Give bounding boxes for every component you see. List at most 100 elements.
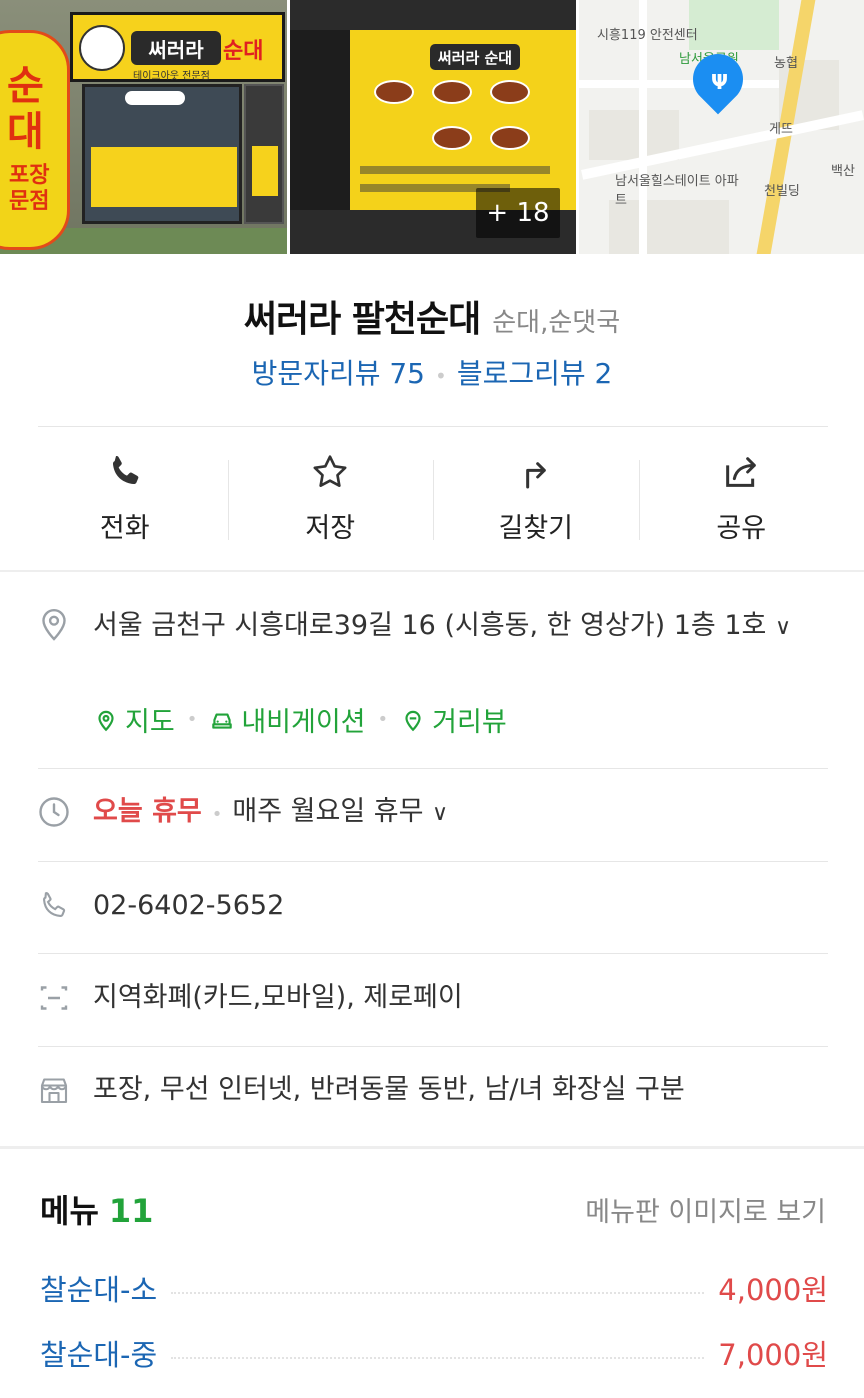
sign-brand: 써러라 — [131, 31, 221, 65]
food-image — [490, 126, 530, 150]
menu-item[interactable]: 찰순대-중 7,000원 — [40, 1331, 828, 1375]
phone-icon — [43, 892, 66, 917]
sign-tag: 테이크아웃 전문점 — [133, 71, 210, 82]
storefront-photo[interactable]: 써러라 순대 테이크아웃 전문점 순대 포장 문점 — [0, 0, 287, 254]
share-button[interactable]: 공유 — [638, 428, 845, 568]
map-label: 시흥119 안전센터 — [597, 28, 698, 43]
menu-item[interactable]: 찰순대-소 4,000원 — [40, 1266, 828, 1310]
dotted-leader — [171, 1357, 705, 1359]
visitor-reviews-link[interactable]: 방문자리뷰 75 — [252, 357, 425, 390]
payment-icon — [40, 986, 68, 1010]
menu-board-brand: 써러라 순대 — [430, 44, 520, 70]
navigation-link-label: 내비게이션 — [241, 707, 366, 738]
store-door — [244, 84, 284, 224]
address-links: 지도 • 내비게이션 • 거리뷰 — [93, 700, 507, 739]
blog-reviews-link[interactable]: 블로그리뷰 2 — [457, 357, 613, 390]
vertical-banner: 순대 포장 문점 — [0, 30, 70, 250]
streetview-link[interactable]: 거리뷰 — [400, 700, 507, 739]
menu-image-link[interactable]: 메뉴판 이미지로 보기 — [585, 1190, 826, 1229]
door-panel — [252, 146, 278, 196]
car-icon — [212, 713, 233, 729]
star-icon — [313, 454, 347, 487]
phone-icon — [112, 455, 139, 484]
section-divider — [0, 1146, 864, 1149]
today-status: 오늘 휴무 — [93, 796, 202, 827]
share-label: 공유 — [716, 512, 767, 544]
map-label: 남서울힐스테이트 아파트 — [615, 174, 739, 208]
window-sign — [125, 91, 185, 105]
food-image — [432, 126, 472, 150]
save-label: 저장 — [305, 512, 356, 544]
action-bar: 전화 저장 길찾기 공유 — [22, 428, 844, 568]
divider — [38, 426, 828, 427]
place-category: 순대,순댓국 — [492, 308, 621, 338]
divider — [38, 768, 828, 769]
map-label: 백산 — [831, 164, 855, 179]
clock-icon — [39, 797, 69, 827]
payment-text: 지역화폐(카드,모바일), 제로페이 — [93, 982, 463, 1013]
separator-dot: • — [211, 804, 223, 825]
map-pin-icon — [98, 710, 114, 731]
separator-dot: • — [435, 364, 447, 388]
call-label: 전화 — [99, 512, 150, 544]
store-window — [82, 84, 242, 224]
directions-icon — [525, 461, 546, 488]
map-label: 천빌딩 — [764, 184, 800, 199]
address-text[interactable]: 서울 금천구 시흥대로39길 16 (시흥동, 한 영상가) 1층 1호 ∨ — [93, 604, 833, 650]
menu-count: 11 — [108, 1192, 154, 1230]
share-icon — [726, 456, 757, 487]
dotted-leader — [171, 1292, 705, 1294]
map-link-label: 지도 — [125, 707, 175, 738]
save-button[interactable]: 저장 — [227, 428, 434, 568]
directions-label: 길찾기 — [498, 512, 574, 544]
divider — [38, 1046, 828, 1047]
place-name: 써러라 팔천순대 — [243, 299, 481, 340]
menu-item-name: 찰순대-소 — [40, 1273, 158, 1307]
map-thumbnail[interactable]: 시흥119 안전센터 남서울공원 농협 남서울힐스테이트 아파트 천빌딩 게뜨 … — [579, 0, 864, 254]
hours-text: 오늘 휴무 • 매주 월요일 휴무 ∨ — [93, 790, 448, 837]
separator-dot: • — [377, 709, 389, 730]
restaurant-icon: Ψ — [711, 70, 728, 94]
phone-number[interactable]: 02-6402-5652 — [93, 884, 284, 928]
menu-heading: 메뉴 11 — [40, 1186, 153, 1232]
menu-board-row — [360, 166, 550, 174]
map-block — [609, 200, 729, 254]
more-photos-badge[interactable]: + 18 — [476, 188, 560, 238]
menu-item-price: 4,000원 — [718, 1273, 828, 1307]
window-menu — [91, 147, 237, 207]
chevron-down-icon[interactable]: ∨ — [432, 801, 448, 826]
logo-circle — [79, 25, 125, 71]
menu-title: 메뉴 — [40, 1192, 99, 1230]
divider — [38, 861, 828, 862]
streetview-link-label: 거리뷰 — [432, 707, 507, 738]
call-button[interactable]: 전화 — [22, 428, 228, 568]
storefront-sign: 써러라 순대 테이크아웃 전문점 — [70, 12, 285, 82]
directions-button[interactable]: 길찾기 — [433, 428, 639, 568]
divider — [38, 953, 828, 954]
section-divider — [0, 570, 864, 572]
regular-holiday: 매주 월요일 휴무 — [232, 796, 424, 827]
food-image — [490, 80, 530, 104]
location-icon — [42, 609, 66, 641]
map-link[interactable]: 지도 — [93, 700, 175, 739]
map-label: 게뜨 — [769, 122, 793, 137]
separator-dot: • — [186, 709, 198, 730]
menu-board-dark-panel — [290, 30, 350, 210]
banner-text-1: 순대 — [7, 63, 44, 155]
streetview-icon — [405, 710, 421, 731]
photo-strip: 써러라 순대 테이크아웃 전문점 순대 포장 문점 써러라 순대 + 18 시흥… — [0, 0, 864, 254]
menu-item-name: 찰순대-중 — [40, 1338, 158, 1372]
navigation-link[interactable]: 내비게이션 — [209, 700, 366, 739]
map-label: 농협 — [774, 56, 798, 71]
menu-item-price: 7,000원 — [718, 1338, 828, 1372]
store-icon — [40, 1078, 68, 1104]
title-row: 써러라 팔천순대 순대,순댓국 — [0, 290, 864, 342]
review-row: 방문자리뷰 75 • 블로그리뷰 2 — [0, 352, 864, 392]
menu-board-photo[interactable]: 써러라 순대 + 18 — [290, 0, 576, 254]
map-road — [579, 80, 779, 88]
map-park — [689, 0, 779, 50]
food-image — [374, 80, 414, 104]
address-value: 서울 금천구 시흥대로39길 16 (시흥동, 한 영상가) 1층 1호 — [93, 610, 767, 641]
chevron-down-icon[interactable]: ∨ — [775, 615, 791, 640]
menu-board: 써러라 순대 — [290, 30, 576, 210]
